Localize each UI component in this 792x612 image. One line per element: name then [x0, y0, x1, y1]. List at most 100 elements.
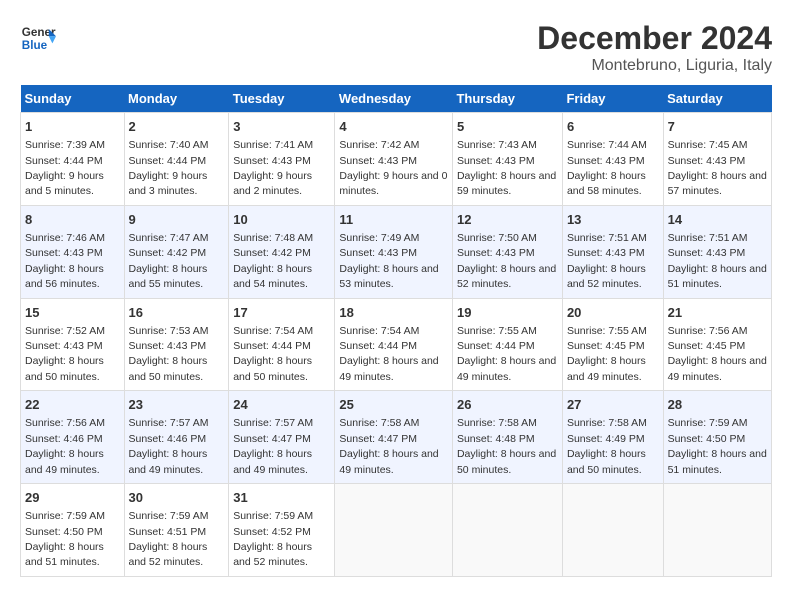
- day-number: 24: [233, 396, 330, 414]
- sunrise-info: Sunrise: 7:52 AM: [25, 325, 105, 337]
- calendar-cell: 12 Sunrise: 7:50 AM Sunset: 4:43 PM Dayl…: [452, 205, 562, 298]
- sunrise-info: Sunrise: 7:41 AM: [233, 139, 313, 151]
- calendar-week-row: 29 Sunrise: 7:59 AM Sunset: 4:50 PM Dayl…: [21, 484, 772, 577]
- sunset-info: Sunset: 4:52 PM: [233, 526, 311, 538]
- calendar-cell: 11 Sunrise: 7:49 AM Sunset: 4:43 PM Dayl…: [335, 205, 453, 298]
- sunset-info: Sunset: 4:44 PM: [233, 340, 311, 352]
- day-number: 3: [233, 118, 330, 136]
- sunrise-info: Sunrise: 7:56 AM: [668, 325, 748, 337]
- daylight-info: Daylight: 8 hours and 52 minutes.: [457, 263, 556, 290]
- day-number: 2: [129, 118, 225, 136]
- day-number: 7: [668, 118, 767, 136]
- daylight-info: Daylight: 8 hours and 49 minutes.: [339, 355, 438, 382]
- calendar-cell: 26 Sunrise: 7:58 AM Sunset: 4:48 PM Dayl…: [452, 391, 562, 484]
- sunset-info: Sunset: 4:43 PM: [25, 247, 103, 259]
- sunrise-info: Sunrise: 7:55 AM: [457, 325, 537, 337]
- sunrise-info: Sunrise: 7:50 AM: [457, 232, 537, 244]
- sunset-info: Sunset: 4:44 PM: [129, 155, 207, 167]
- calendar-cell: [452, 484, 562, 577]
- daylight-info: Daylight: 8 hours and 49 minutes.: [457, 355, 556, 382]
- daylight-info: Daylight: 8 hours and 51 minutes.: [668, 263, 767, 290]
- sunset-info: Sunset: 4:43 PM: [457, 247, 535, 259]
- sunset-info: Sunset: 4:46 PM: [25, 433, 103, 445]
- sunset-info: Sunset: 4:47 PM: [339, 433, 417, 445]
- calendar-cell: 31 Sunrise: 7:59 AM Sunset: 4:52 PM Dayl…: [229, 484, 335, 577]
- day-number: 4: [339, 118, 448, 136]
- sunrise-info: Sunrise: 7:44 AM: [567, 139, 647, 151]
- day-number: 16: [129, 304, 225, 322]
- day-number: 10: [233, 211, 330, 229]
- day-number: 19: [457, 304, 558, 322]
- calendar-cell: 24 Sunrise: 7:57 AM Sunset: 4:47 PM Dayl…: [229, 391, 335, 484]
- sunrise-info: Sunrise: 7:57 AM: [129, 417, 209, 429]
- calendar-cell: 23 Sunrise: 7:57 AM Sunset: 4:46 PM Dayl…: [124, 391, 229, 484]
- day-number: 12: [457, 211, 558, 229]
- day-number: 25: [339, 396, 448, 414]
- page-header: General Blue December 2024 Montebruno, L…: [20, 20, 772, 75]
- calendar-week-row: 1 Sunrise: 7:39 AM Sunset: 4:44 PM Dayli…: [21, 113, 772, 206]
- sunrise-info: Sunrise: 7:58 AM: [567, 417, 647, 429]
- calendar-cell: 25 Sunrise: 7:58 AM Sunset: 4:47 PM Dayl…: [335, 391, 453, 484]
- sunrise-info: Sunrise: 7:55 AM: [567, 325, 647, 337]
- header-cell-thursday: Thursday: [452, 85, 562, 113]
- calendar-cell: [562, 484, 663, 577]
- day-number: 9: [129, 211, 225, 229]
- sunset-info: Sunset: 4:45 PM: [567, 340, 645, 352]
- day-number: 26: [457, 396, 558, 414]
- header-cell-friday: Friday: [562, 85, 663, 113]
- sunset-info: Sunset: 4:43 PM: [25, 340, 103, 352]
- sunset-info: Sunset: 4:43 PM: [129, 340, 207, 352]
- sunset-info: Sunset: 4:43 PM: [668, 155, 746, 167]
- day-number: 5: [457, 118, 558, 136]
- sunrise-info: Sunrise: 7:54 AM: [339, 325, 419, 337]
- sunrise-info: Sunrise: 7:57 AM: [233, 417, 313, 429]
- sunset-info: Sunset: 4:43 PM: [567, 155, 645, 167]
- day-number: 17: [233, 304, 330, 322]
- calendar-cell: 18 Sunrise: 7:54 AM Sunset: 4:44 PM Dayl…: [335, 298, 453, 391]
- calendar-cell: 9 Sunrise: 7:47 AM Sunset: 4:42 PM Dayli…: [124, 205, 229, 298]
- day-number: 22: [25, 396, 120, 414]
- day-number: 8: [25, 211, 120, 229]
- daylight-info: Daylight: 8 hours and 50 minutes.: [233, 355, 312, 382]
- calendar-cell: 5 Sunrise: 7:43 AM Sunset: 4:43 PM Dayli…: [452, 113, 562, 206]
- sunrise-info: Sunrise: 7:49 AM: [339, 232, 419, 244]
- sunrise-info: Sunrise: 7:59 AM: [129, 510, 209, 522]
- daylight-info: Daylight: 8 hours and 49 minutes.: [233, 448, 312, 475]
- calendar-cell: [335, 484, 453, 577]
- day-number: 27: [567, 396, 659, 414]
- daylight-info: Daylight: 9 hours and 3 minutes.: [129, 170, 208, 197]
- sunrise-info: Sunrise: 7:51 AM: [668, 232, 748, 244]
- sunset-info: Sunset: 4:43 PM: [567, 247, 645, 259]
- sunset-info: Sunset: 4:50 PM: [25, 526, 103, 538]
- daylight-info: Daylight: 8 hours and 50 minutes.: [129, 355, 208, 382]
- calendar-cell: 6 Sunrise: 7:44 AM Sunset: 4:43 PM Dayli…: [562, 113, 663, 206]
- daylight-info: Daylight: 8 hours and 58 minutes.: [567, 170, 646, 197]
- calendar-cell: 2 Sunrise: 7:40 AM Sunset: 4:44 PM Dayli…: [124, 113, 229, 206]
- sunrise-info: Sunrise: 7:48 AM: [233, 232, 313, 244]
- daylight-info: Daylight: 8 hours and 50 minutes.: [567, 448, 646, 475]
- sunrise-info: Sunrise: 7:39 AM: [25, 139, 105, 151]
- daylight-info: Daylight: 9 hours and 5 minutes.: [25, 170, 104, 197]
- sunrise-info: Sunrise: 7:53 AM: [129, 325, 209, 337]
- calendar-cell: 14 Sunrise: 7:51 AM Sunset: 4:43 PM Dayl…: [663, 205, 771, 298]
- calendar-cell: 21 Sunrise: 7:56 AM Sunset: 4:45 PM Dayl…: [663, 298, 771, 391]
- calendar-week-row: 22 Sunrise: 7:56 AM Sunset: 4:46 PM Dayl…: [21, 391, 772, 484]
- daylight-info: Daylight: 8 hours and 53 minutes.: [339, 263, 438, 290]
- sunset-info: Sunset: 4:48 PM: [457, 433, 535, 445]
- calendar-week-row: 8 Sunrise: 7:46 AM Sunset: 4:43 PM Dayli…: [21, 205, 772, 298]
- sunrise-info: Sunrise: 7:45 AM: [668, 139, 748, 151]
- title-block: December 2024 Montebruno, Liguria, Italy: [537, 20, 772, 75]
- sunrise-info: Sunrise: 7:58 AM: [339, 417, 419, 429]
- day-number: 14: [668, 211, 767, 229]
- page-title: December 2024: [537, 20, 772, 57]
- sunset-info: Sunset: 4:44 PM: [457, 340, 535, 352]
- daylight-info: Daylight: 8 hours and 54 minutes.: [233, 263, 312, 290]
- calendar-cell: 29 Sunrise: 7:59 AM Sunset: 4:50 PM Dayl…: [21, 484, 125, 577]
- logo: General Blue: [20, 20, 56, 56]
- sunrise-info: Sunrise: 7:54 AM: [233, 325, 313, 337]
- calendar-cell: 10 Sunrise: 7:48 AM Sunset: 4:42 PM Dayl…: [229, 205, 335, 298]
- daylight-info: Daylight: 9 hours and 0 minutes.: [339, 170, 447, 197]
- header-cell-monday: Monday: [124, 85, 229, 113]
- sunset-info: Sunset: 4:49 PM: [567, 433, 645, 445]
- sunrise-info: Sunrise: 7:47 AM: [129, 232, 209, 244]
